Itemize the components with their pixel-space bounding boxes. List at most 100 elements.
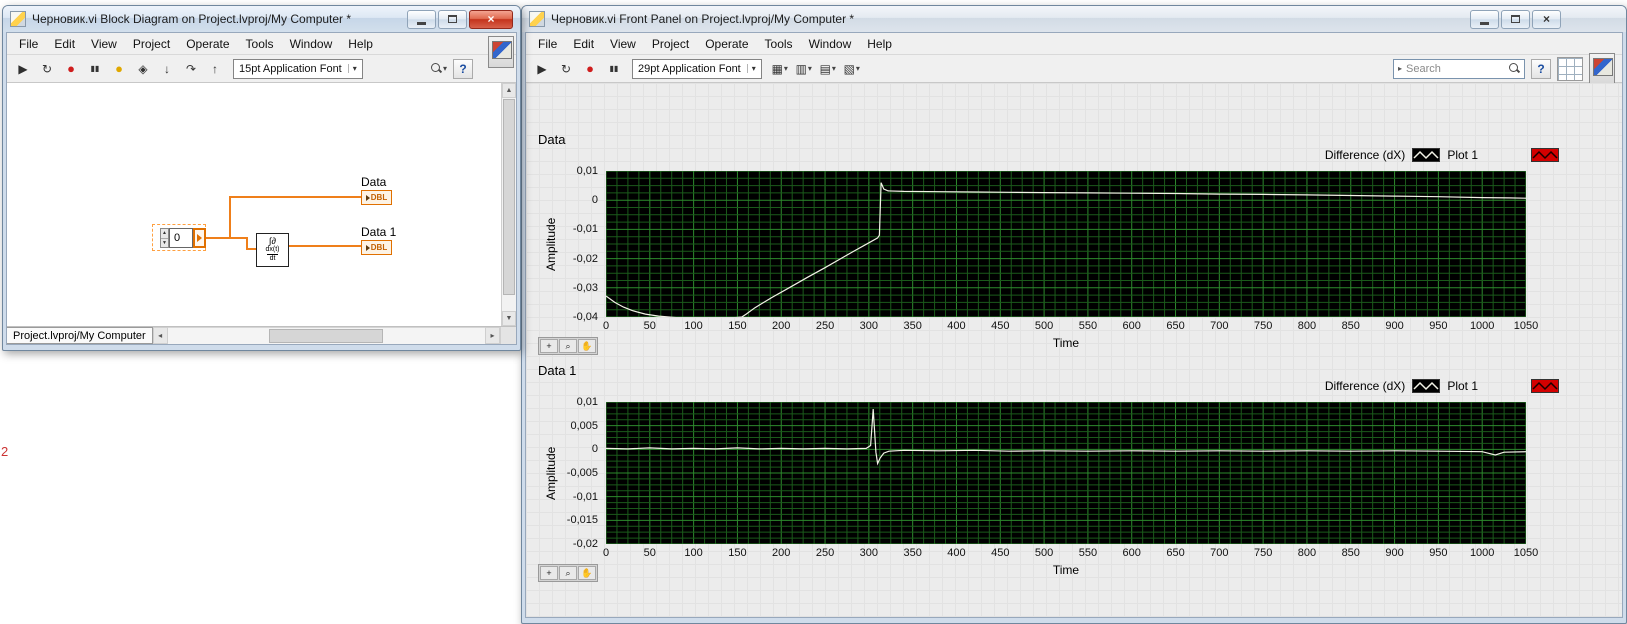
- bd-menu-help[interactable]: Help: [340, 34, 381, 54]
- wire-segment[interactable]: [229, 196, 361, 198]
- abort-button[interactable]: ●: [579, 58, 601, 80]
- run-continuous-button[interactable]: ↻: [36, 58, 58, 80]
- horizontal-scrollbar[interactable]: [167, 327, 485, 344]
- fp-menu-project[interactable]: Project: [644, 34, 697, 54]
- distribute-objects-button[interactable]: ▥ ▾: [793, 58, 815, 80]
- bd-menu-view[interactable]: View: [83, 34, 125, 54]
- increment-icon[interactable]: ▲: [161, 229, 168, 239]
- legend-swatch-icon[interactable]: [1412, 379, 1441, 393]
- close-button[interactable]: ×: [469, 9, 513, 29]
- align-objects-button[interactable]: ▦ ▾: [769, 58, 791, 80]
- resize-grip[interactable]: [500, 327, 516, 344]
- bd-menu-tools[interactable]: Tools: [238, 34, 282, 54]
- numeric-control[interactable]: 0: [169, 228, 193, 248]
- indicator-terminal-data-1[interactable]: DBL: [361, 240, 392, 255]
- scroll-down-icon[interactable]: ▼: [502, 311, 516, 326]
- x-axis-tick-label: 450: [991, 547, 1010, 559]
- crosshair-tool[interactable]: +: [540, 566, 558, 580]
- step-out-button[interactable]: ↑: [204, 58, 226, 80]
- pan-tool[interactable]: ✋: [578, 339, 596, 353]
- crosshair-tool[interactable]: +: [540, 339, 558, 353]
- grid-alignment-button[interactable]: [1557, 56, 1583, 81]
- vi-icon: [1589, 52, 1615, 85]
- scroll-right-icon[interactable]: ▸: [485, 327, 500, 344]
- fp-menu-view[interactable]: View: [602, 34, 644, 54]
- derivative-denominator: dt: [266, 254, 279, 263]
- search-input[interactable]: ▸ Search: [1393, 58, 1525, 79]
- scroll-up-icon[interactable]: ▲: [502, 83, 516, 98]
- step-over-button[interactable]: ↷: [180, 58, 202, 80]
- legend-swatch-icon[interactable]: [1412, 148, 1441, 162]
- fp-menu-tools[interactable]: Tools: [757, 34, 801, 54]
- decrement-icon[interactable]: ▼: [161, 239, 168, 248]
- waveform-plot-area[interactable]: [606, 402, 1526, 544]
- pan-tool[interactable]: ✋: [578, 566, 596, 580]
- x-axis-tick-label: 750: [1253, 320, 1273, 332]
- bd-menu-window[interactable]: Window: [282, 34, 341, 54]
- maximize-button[interactable]: [1501, 9, 1530, 29]
- pause-button[interactable]: ▮▮: [84, 58, 106, 80]
- wire-segment[interactable]: [289, 245, 361, 247]
- maximize-button[interactable]: [438, 9, 467, 29]
- fp-menu-operate[interactable]: Operate: [697, 34, 756, 54]
- close-button[interactable]: ×: [1532, 9, 1561, 29]
- run-button[interactable]: ▶: [531, 58, 553, 80]
- retain-wire-values-button[interactable]: ◈: [132, 58, 154, 80]
- block-diagram-area[interactable]: ▲ ▼ 0 ∫∂ dx(t) dt Data DBL Data 1 DBL ▲ …: [7, 83, 516, 327]
- fp-menu-window[interactable]: Window: [801, 34, 860, 54]
- legend-swatch-icon[interactable]: [1531, 379, 1559, 393]
- x-axis-tick-label: 250: [815, 547, 835, 559]
- bd-titlebar[interactable]: Черновик.vi Block Diagram on Project.lvp…: [3, 6, 520, 32]
- scrollbar-thumb[interactable]: [503, 99, 515, 295]
- waveform-plot-area[interactable]: [606, 171, 1526, 317]
- abort-button[interactable]: ●: [60, 58, 82, 80]
- run-continuous-button[interactable]: ↻: [555, 58, 577, 80]
- bd-menu-file[interactable]: File: [11, 34, 46, 54]
- scroll-left-icon[interactable]: ◂: [152, 327, 168, 344]
- context-help-button[interactable]: ?: [453, 58, 473, 79]
- legend-label[interactable]: Difference (dX): [1325, 379, 1405, 393]
- derivative-function-block[interactable]: ∫∂ dx(t) dt: [256, 233, 289, 267]
- fp-toolbar: ▶ ↻ ● ▮▮ 29pt Application Font ▾ ▦ ▾ ▥ ▾ ▤ ▾ ▧ ▾ ▸…: [526, 52, 1622, 85]
- integral-partial-icon: ∫∂: [269, 236, 276, 246]
- legend-label[interactable]: Plot 1: [1447, 148, 1478, 162]
- search-icon: [430, 63, 442, 74]
- waveform-chart-data-1: Data 1 Difference (dX) Plot 1 0,01 0,005 0 -0,…: [534, 363, 1564, 595]
- x-axis-tick-label: 550: [1078, 547, 1098, 559]
- bd-menu-operate[interactable]: Operate: [178, 34, 237, 54]
- legend-swatch-icon[interactable]: [1531, 148, 1559, 162]
- control-terminal[interactable]: [193, 228, 206, 248]
- wire-segment[interactable]: [200, 237, 248, 239]
- zoom-tool[interactable]: ⌕: [559, 339, 577, 353]
- project-context-tab[interactable]: Project.lvproj/My Computer: [7, 327, 153, 344]
- reorder-button[interactable]: ▧ ▾: [841, 58, 863, 80]
- bd-font-selector[interactable]: 15pt Application Font ▾: [233, 58, 363, 79]
- search-button[interactable]: ▾: [428, 58, 450, 80]
- step-into-button[interactable]: ↓: [156, 58, 178, 80]
- run-button[interactable]: ▶: [12, 58, 34, 80]
- fp-menu-file[interactable]: File: [530, 34, 565, 54]
- scrollbar-thumb[interactable]: [269, 329, 384, 343]
- minimize-button[interactable]: [407, 9, 436, 29]
- context-help-button[interactable]: ?: [1531, 58, 1551, 79]
- highlight-execution-button[interactable]: ●: [108, 58, 130, 80]
- increment-decrement-buttons[interactable]: ▲ ▼: [160, 228, 169, 248]
- plot-legend: Difference (dX) Plot 1: [1325, 148, 1559, 162]
- pause-button[interactable]: ▮▮: [603, 58, 625, 80]
- x-axis-tick-label: 950: [1429, 547, 1448, 559]
- bd-menu-project[interactable]: Project: [125, 34, 178, 54]
- zoom-tool[interactable]: ⌕: [559, 566, 577, 580]
- fp-font-selector[interactable]: 29pt Application Font ▾: [632, 58, 762, 79]
- wire-segment[interactable]: [229, 196, 231, 239]
- legend-label[interactable]: Plot 1: [1447, 379, 1478, 393]
- bd-menu-edit[interactable]: Edit: [46, 34, 83, 54]
- fp-menu-edit[interactable]: Edit: [565, 34, 602, 54]
- legend-label[interactable]: Difference (dX): [1325, 148, 1405, 162]
- fp-menu-help[interactable]: Help: [859, 34, 900, 54]
- text-settings-button[interactable]: ▤ ▾: [817, 58, 839, 80]
- vi-icon: [488, 36, 514, 68]
- indicator-terminal-data[interactable]: DBL: [361, 190, 392, 205]
- minimize-button[interactable]: [1470, 9, 1499, 29]
- vertical-scrollbar[interactable]: ▲ ▼: [501, 83, 516, 326]
- fp-titlebar[interactable]: Черновик.vi Front Panel on Project.lvpro…: [522, 6, 1626, 32]
